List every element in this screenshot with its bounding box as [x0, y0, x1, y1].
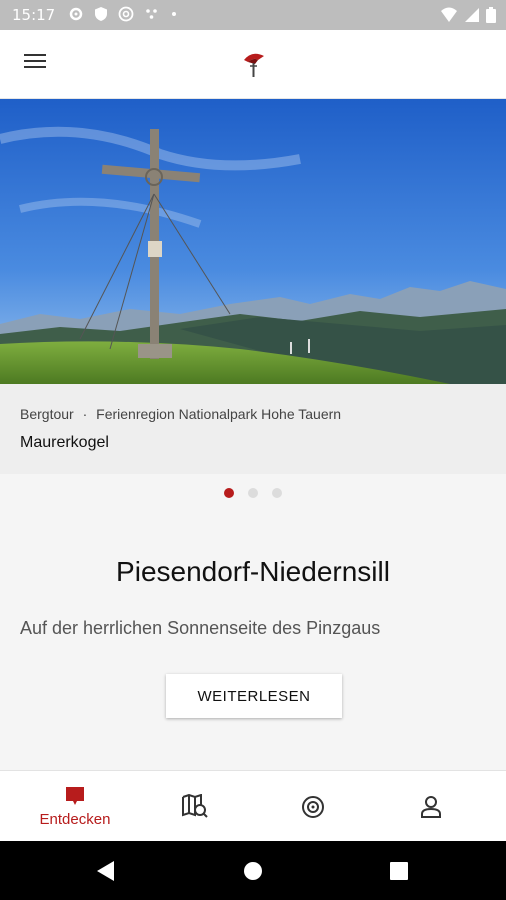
carousel-dot-active[interactable] [224, 488, 234, 498]
nav-item-target[interactable] [250, 771, 376, 842]
back-icon[interactable] [96, 860, 116, 882]
status-time: 15:17 [12, 6, 56, 24]
settings-icon [69, 7, 83, 21]
nav-item-entdecken[interactable]: Entdecken [12, 771, 138, 842]
signal-icon [465, 8, 479, 22]
read-more-button[interactable]: WEITERLESEN [166, 674, 342, 718]
hero-category: Bergtour [20, 406, 74, 422]
carousel-dot[interactable] [248, 488, 258, 498]
map-search-icon [182, 793, 208, 818]
nav-item-profile[interactable] [368, 771, 494, 842]
status-left-icons [68, 6, 178, 22]
dots-grid-icon [146, 9, 157, 19]
hero-caption[interactable]: Bergtour · Ferienregion Nationalpark Hoh… [0, 384, 506, 474]
carousel-dot[interactable] [272, 488, 282, 498]
discover-icon [66, 787, 84, 805]
hero-title: Maurerkogel [20, 434, 109, 451]
nav-label-entdecken: Entdecken [39, 811, 111, 828]
profile-icon [421, 795, 441, 818]
system-navigation-bar [0, 841, 506, 900]
meta-separator: · [82, 406, 88, 422]
at-icon [118, 6, 134, 22]
app-logo-icon [244, 53, 264, 77]
region-title: Piesendorf-Niedernsill [116, 556, 390, 587]
target-icon [302, 795, 324, 818]
bottom-navigation: Entdecken [0, 770, 506, 842]
region-subtitle: Auf der herrlichen Sonnenseite des Pinzg… [20, 618, 381, 638]
menu-icon-line [24, 60, 46, 62]
status-right-icons [440, 7, 496, 23]
home-icon[interactable] [243, 861, 263, 881]
hero-image[interactable] [0, 99, 506, 384]
menu-icon-line [24, 66, 46, 68]
carousel-indicator [0, 488, 506, 498]
hero-region: Ferienregion Nationalpark Hohe Tauern [96, 406, 342, 422]
wifi-icon [441, 7, 457, 22]
battery-icon [486, 7, 496, 23]
menu-button[interactable] [18, 50, 52, 80]
hero-meta: Bergtour · Ferienregion Nationalpark Hoh… [20, 406, 341, 422]
menu-icon-line [24, 54, 46, 56]
status-bar: 15:17 [0, 0, 506, 30]
shield-icon [95, 7, 107, 21]
nav-item-map-search[interactable] [132, 771, 258, 842]
mountain-photo [0, 99, 506, 384]
app-bar [0, 30, 506, 99]
recents-icon[interactable] [390, 862, 408, 880]
dot-icon [172, 12, 176, 16]
